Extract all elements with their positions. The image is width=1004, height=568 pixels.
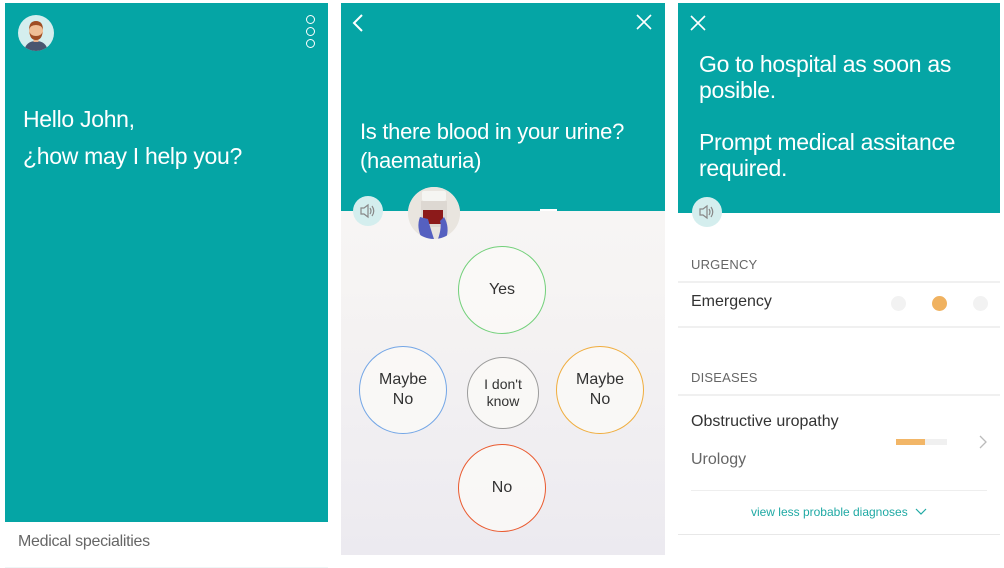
advice-text: Go to hospital as soon as posible. Promp… — [699, 51, 979, 181]
answer-label: Maybe — [575, 371, 625, 388]
user-avatar[interactable] — [18, 15, 54, 51]
greeting-line-1: Hello John, — [23, 106, 135, 132]
speaker-button[interactable] — [692, 197, 722, 227]
disease-name: Obstructive uropathy — [691, 413, 839, 430]
urgency-label: URGENCY — [691, 257, 758, 272]
avatar-icon — [24, 21, 48, 51]
urgency-row: Emergency — [691, 293, 1000, 315]
chevron-right-icon — [979, 435, 987, 454]
advice-line-1: Go to hospital as soon as posible. — [699, 51, 952, 103]
question-line-2: (haematuria) — [360, 148, 482, 173]
question-screen: Is there blood in your urine? (haematuri… — [341, 3, 665, 555]
urgency-level-1 — [891, 296, 906, 311]
urgency-level-2 — [932, 296, 947, 311]
probability-fill — [896, 439, 926, 445]
answer-label: No — [392, 391, 414, 408]
home-header: Hello John, ¿how may I help you? — [5, 3, 328, 522]
answer-no-button[interactable]: No — [458, 444, 546, 532]
urine-sample-photo — [408, 187, 460, 239]
answer-maybe-no-left-button[interactable]: Maybe No — [359, 346, 447, 434]
answer-yes-button[interactable]: Yes — [458, 246, 546, 334]
result-screen: Go to hospital as soon as posible. Promp… — [678, 3, 1000, 568]
speaker-icon — [699, 204, 714, 220]
view-less-probable-link[interactable]: view less probable diagnoses — [678, 505, 1000, 519]
answer-maybe-no-right-button[interactable]: Maybe No — [556, 346, 644, 434]
close-icon[interactable] — [690, 15, 706, 36]
question-text: Is there blood in your urine? (haematuri… — [360, 117, 624, 175]
disease-item[interactable]: Obstructive uropathy Urology — [691, 413, 987, 493]
home-screen: Hello John, ¿how may I help you? Medical… — [5, 3, 328, 568]
divider — [678, 394, 1000, 396]
divider — [691, 490, 987, 491]
divider — [540, 209, 557, 211]
speaker-button[interactable] — [353, 196, 383, 226]
question-header: Is there blood in your urine? (haematuri… — [341, 3, 665, 211]
answer-dont-know-button[interactable]: I don't know — [467, 357, 539, 429]
answer-label: know — [486, 393, 520, 409]
urgency-value: Emergency — [691, 293, 772, 310]
result-header: Go to hospital as soon as posible. Promp… — [678, 3, 1000, 213]
view-less-label: view less probable diagnoses — [750, 505, 908, 519]
disease-specialty: Urology — [691, 451, 747, 468]
question-line-1: Is there blood in your urine? — [360, 119, 625, 144]
chevron-down-icon — [915, 508, 927, 515]
chevron-left-icon[interactable] — [351, 13, 365, 38]
answer-label: Maybe — [378, 371, 428, 388]
answer-label: No — [491, 479, 513, 496]
close-icon[interactable] — [636, 14, 652, 35]
divider — [678, 534, 1000, 535]
medical-specialities-link[interactable]: Medical specialities — [18, 533, 150, 551]
greeting-line-2: ¿how may I help you? — [23, 143, 243, 169]
answer-label: No — [589, 391, 611, 408]
answer-label: I don't — [484, 376, 522, 392]
divider — [678, 326, 1000, 328]
advice-line-2: Prompt medical assitance required. — [699, 129, 956, 181]
answer-label: Yes — [488, 281, 516, 298]
speaker-icon — [360, 203, 375, 219]
diseases-label: DISEASES — [691, 370, 758, 385]
greeting: Hello John, ¿how may I help you? — [23, 101, 242, 175]
divider — [678, 281, 1000, 283]
probability-bar — [896, 439, 947, 445]
vertical-dots-icon[interactable] — [306, 15, 318, 48]
urgency-level-3 — [973, 296, 988, 311]
